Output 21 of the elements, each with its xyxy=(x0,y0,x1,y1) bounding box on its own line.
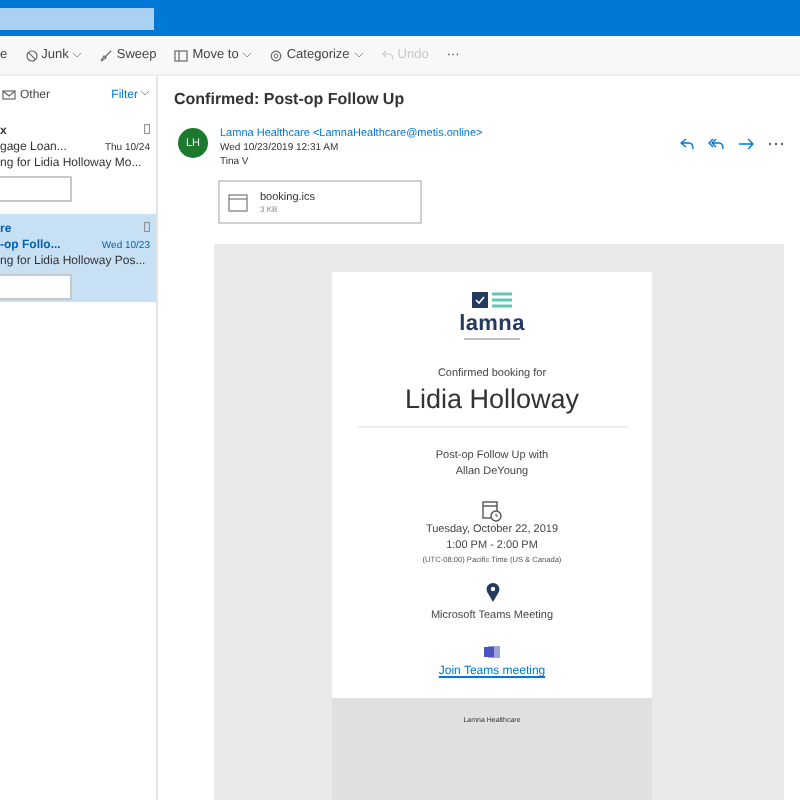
caret-icon xyxy=(242,52,253,58)
logo-text: lamna xyxy=(459,312,525,336)
patient-name: Lidia Holloway xyxy=(404,384,580,414)
location-pin-icon xyxy=(485,582,499,602)
reply-all-icon[interactable] xyxy=(708,137,724,149)
blocked-icon xyxy=(25,49,38,61)
caret-icon xyxy=(353,52,364,58)
envelope-icon xyxy=(2,90,16,100)
teams-icon xyxy=(484,644,500,660)
search-field[interactable] xyxy=(0,7,154,29)
email-subject: Confirmed: Post-op Follow Up xyxy=(174,87,407,112)
folder-icon xyxy=(174,49,189,61)
reply-icon[interactable] xyxy=(680,137,694,149)
caret-icon xyxy=(140,90,150,96)
broom-icon xyxy=(100,49,113,61)
forward-icon[interactable] xyxy=(738,137,754,149)
logo-icon xyxy=(471,292,512,310)
caret-icon xyxy=(72,52,83,58)
undo-icon xyxy=(381,49,394,61)
calendar-clock-icon xyxy=(482,500,502,522)
calendar-icon xyxy=(228,193,248,211)
